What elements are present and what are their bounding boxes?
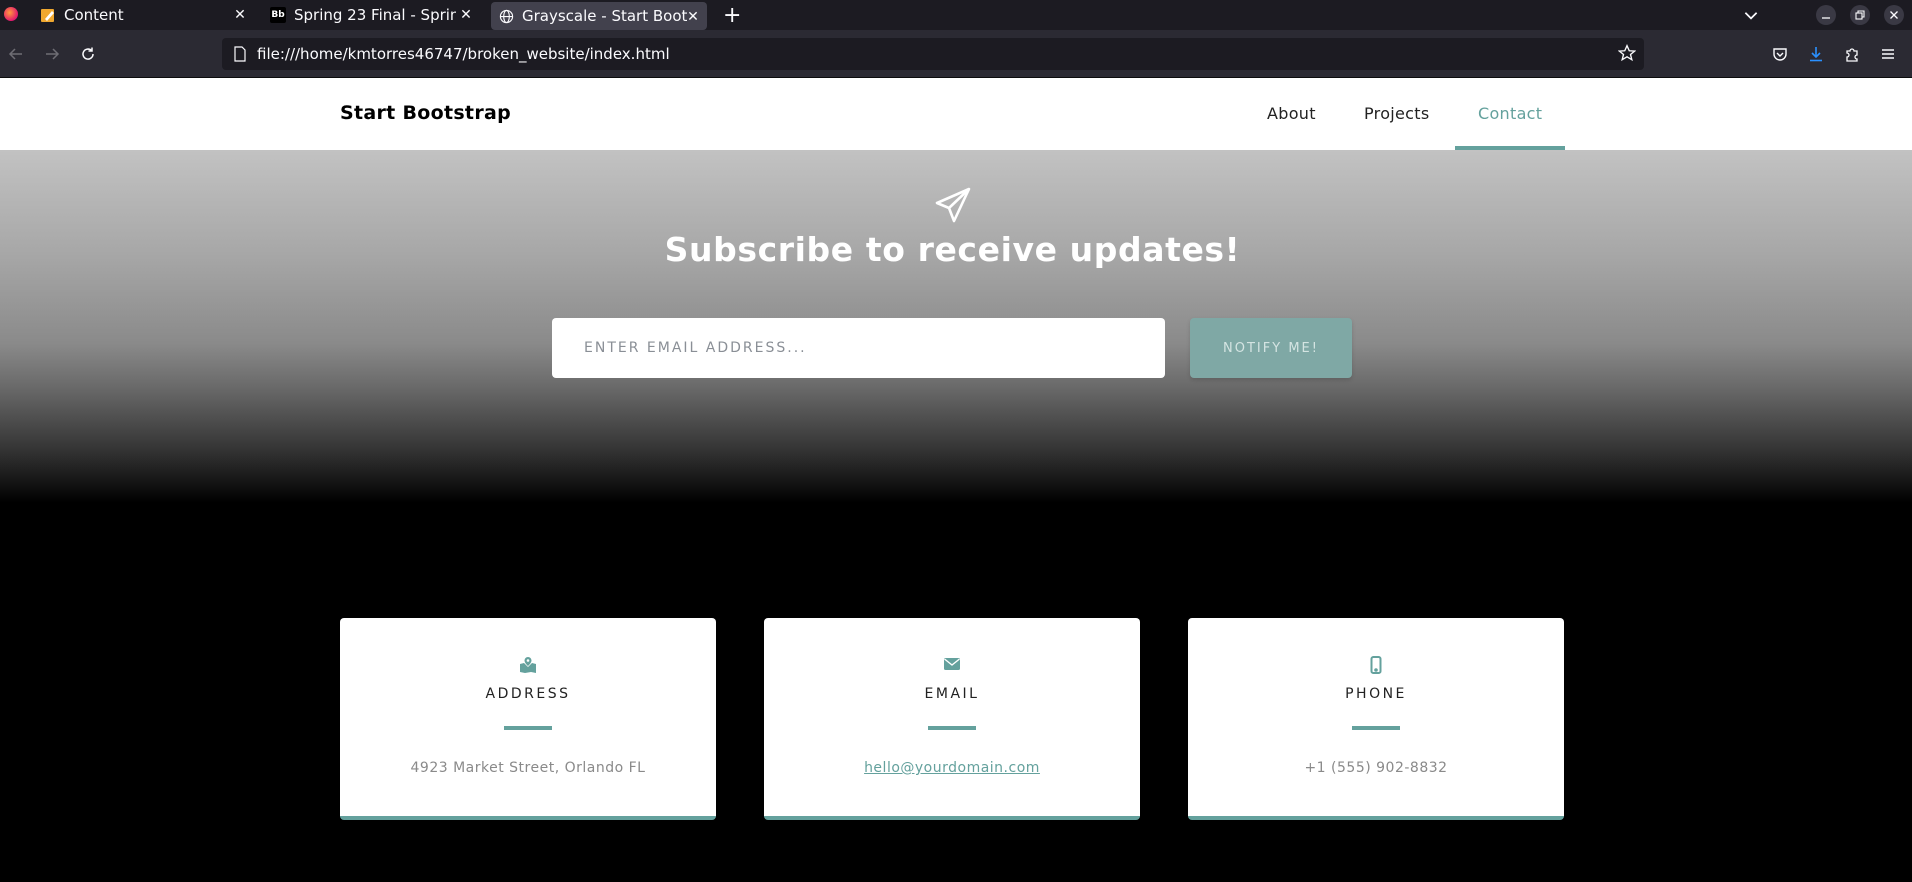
nav-about[interactable]: About [1267, 104, 1316, 123]
tab-grayscale[interactable]: Grayscale - Start Bootstrap ✕ [491, 2, 707, 30]
downloads-icon[interactable] [1804, 42, 1828, 66]
card-divider [928, 726, 976, 730]
reload-icon[interactable] [76, 42, 100, 66]
notify-me-button[interactable]: NOTIFY ME! [1190, 318, 1352, 378]
email-card: EMAIL hello@yourdomain.com [764, 618, 1140, 820]
web-page: Start Bootstrap About Projects Contact S… [0, 78, 1912, 882]
nav-projects[interactable]: Projects [1364, 104, 1429, 123]
browser-toolbar: file:///home/kmtorres46747/broken_websit… [0, 30, 1912, 78]
firefox-menu-icon[interactable] [4, 7, 18, 21]
card-title: ADDRESS [485, 686, 571, 702]
new-tab-icon[interactable]: + [723, 3, 741, 28]
page-icon [233, 46, 247, 66]
mobile-phone-icon [1188, 656, 1564, 674]
card-divider [504, 726, 552, 730]
address-card: ADDRESS 4923 Market Street, Orlando FL [340, 618, 716, 820]
signup-title: Subscribe to receive updates! [664, 230, 1241, 269]
email-input[interactable] [552, 318, 1165, 378]
close-tab-icon[interactable]: ✕ [458, 7, 474, 23]
address-value: 4923 Market Street, Orlando FL [410, 760, 646, 776]
pocket-icon[interactable] [1768, 42, 1792, 66]
paper-plane-icon [934, 186, 972, 224]
minimize-window-icon[interactable] [1816, 5, 1836, 25]
brand-logo[interactable]: Start Bootstrap [340, 102, 511, 124]
tab-title: Spring 23 Final - Spring 23 [294, 6, 456, 24]
bookmark-star-icon[interactable] [1617, 44, 1637, 66]
phone-card: PHONE +1 (555) 902-8832 [1188, 618, 1564, 820]
list-all-tabs-icon[interactable] [1742, 6, 1760, 28]
signup-section: Subscribe to receive updates! NOTIFY ME! [0, 150, 1912, 580]
tab-blackboard[interactable]: Bb Spring 23 Final - Spring 23 ✕ [270, 0, 480, 30]
tab-title: Grayscale - Start Bootstrap [522, 7, 687, 25]
card-divider [1352, 726, 1400, 730]
close-tab-icon[interactable]: ✕ [232, 7, 248, 23]
address-bar[interactable]: file:///home/kmtorres46747/broken_websit… [222, 38, 1644, 70]
globe-icon [498, 8, 514, 24]
extensions-icon[interactable] [1840, 42, 1864, 66]
email-link[interactable]: hello@yourdomain.com [764, 760, 1140, 776]
blackboard-bb-icon: Bb [270, 7, 286, 23]
card-title: EMAIL [924, 686, 980, 702]
tab-title: Content [64, 6, 124, 24]
tab-content[interactable]: Content ✕ [40, 0, 254, 30]
pencil-note-icon [40, 7, 56, 23]
close-tab-icon[interactable]: ✕ [685, 9, 701, 25]
restore-window-icon[interactable] [1850, 5, 1870, 25]
phone-value: +1 (555) 902-8832 [1304, 760, 1448, 776]
back-icon[interactable] [4, 42, 28, 66]
envelope-icon [764, 656, 1140, 674]
app-menu-icon[interactable] [1876, 42, 1900, 66]
forward-icon[interactable] [40, 42, 64, 66]
map-marked-icon [340, 656, 716, 674]
site-navbar: Start Bootstrap About Projects Contact [0, 78, 1912, 150]
card-title: PHONE [1345, 686, 1407, 702]
close-window-icon[interactable] [1884, 5, 1904, 25]
browser-tab-bar: Content ✕ Bb Spring 23 Final - Spring 23… [0, 0, 1912, 30]
nav-contact[interactable]: Contact [1478, 104, 1542, 123]
url-text: file:///home/kmtorres46747/broken_websit… [257, 45, 670, 63]
